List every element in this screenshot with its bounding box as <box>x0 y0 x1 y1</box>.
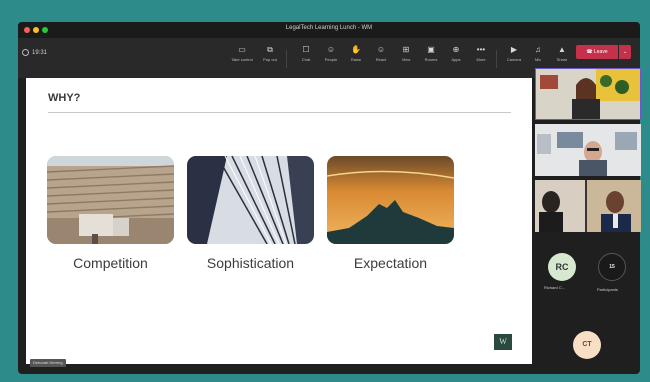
take-control-icon: ▭ <box>238 45 246 54</box>
competition-caption: Competition <box>73 255 148 271</box>
presenter-name-tag: Deborah Herring <box>30 359 66 367</box>
company-logo: W <box>494 334 512 350</box>
view-button[interactable]: ⊞ View <box>394 44 418 72</box>
react-icon: ☺ <box>376 45 386 54</box>
raise-hand-button[interactable]: ✋ Raise <box>344 44 368 72</box>
rooms-icon: ▣ <box>427 45 435 54</box>
chevron-down-icon: ⌄ <box>622 49 628 55</box>
phone-icon: ☎ <box>586 49 594 55</box>
people-button[interactable]: ☺ People <box>319 44 343 72</box>
rooms-button[interactable]: ▣ Rooms <box>419 44 443 72</box>
shared-slide: WHY? Competition Sophistication Expectat… <box>26 78 532 364</box>
pop-out-icon: ⧉ <box>267 45 273 54</box>
participant-video-tile[interactable] <box>535 124 641 176</box>
title-bar: LegalTech Learning Lunch - WM <box>18 22 640 38</box>
apps-icon: ⊕ <box>452 45 460 54</box>
people-icon: ☺ <box>326 45 336 54</box>
apps-button[interactable]: ⊕ Apps <box>444 44 468 72</box>
chat-button[interactable]: ☐ Chat <box>294 44 318 72</box>
mic-icon: ♫ <box>535 45 541 54</box>
avatar[interactable]: CT <box>573 331 601 359</box>
leave-options-button[interactable]: ⌄ <box>619 45 631 59</box>
share-icon: ▲ <box>558 45 566 54</box>
camera-icon: ▶ <box>510 45 518 54</box>
more-button[interactable]: ••• More <box>469 44 493 72</box>
participants-label: Participants <box>597 287 618 292</box>
sophistication-caption: Sophistication <box>206 255 295 271</box>
participant-video-tile[interactable] <box>535 180 641 232</box>
leave-button[interactable]: ☎ Leave <box>576 45 618 59</box>
pop-out-button[interactable]: ⧉ Pop out <box>258 44 282 72</box>
window-title: LegalTech Learning Lunch - WM <box>285 25 373 31</box>
participant-count-badge[interactable]: 15 <box>598 253 626 281</box>
more-icon: ••• <box>476 45 486 54</box>
react-button[interactable]: ☺ React <box>369 44 393 72</box>
slide-divider <box>48 112 511 113</box>
toolbar-divider <box>496 50 497 68</box>
raise-hand-icon: ✋ <box>351 45 361 54</box>
toolbar-divider <box>286 50 287 68</box>
meeting-timer: 19:31 <box>32 50 48 56</box>
participant-name: Richard C... <box>544 285 566 290</box>
chat-icon: ☐ <box>302 45 310 54</box>
sophistication-image <box>187 156 314 244</box>
take-control-button[interactable]: ▭ Take control <box>230 44 254 72</box>
competition-image <box>47 156 174 244</box>
expectation-image <box>327 156 454 244</box>
shield-icon <box>22 49 29 56</box>
expectation-caption: Expectation <box>353 255 428 271</box>
view-icon: ⊞ <box>402 45 410 54</box>
camera-button[interactable]: ▶ Camera <box>502 44 526 72</box>
participant-video-tile[interactable] <box>535 68 641 120</box>
slide-title: WHY? <box>48 92 81 104</box>
avatar[interactable]: RC <box>548 253 576 281</box>
